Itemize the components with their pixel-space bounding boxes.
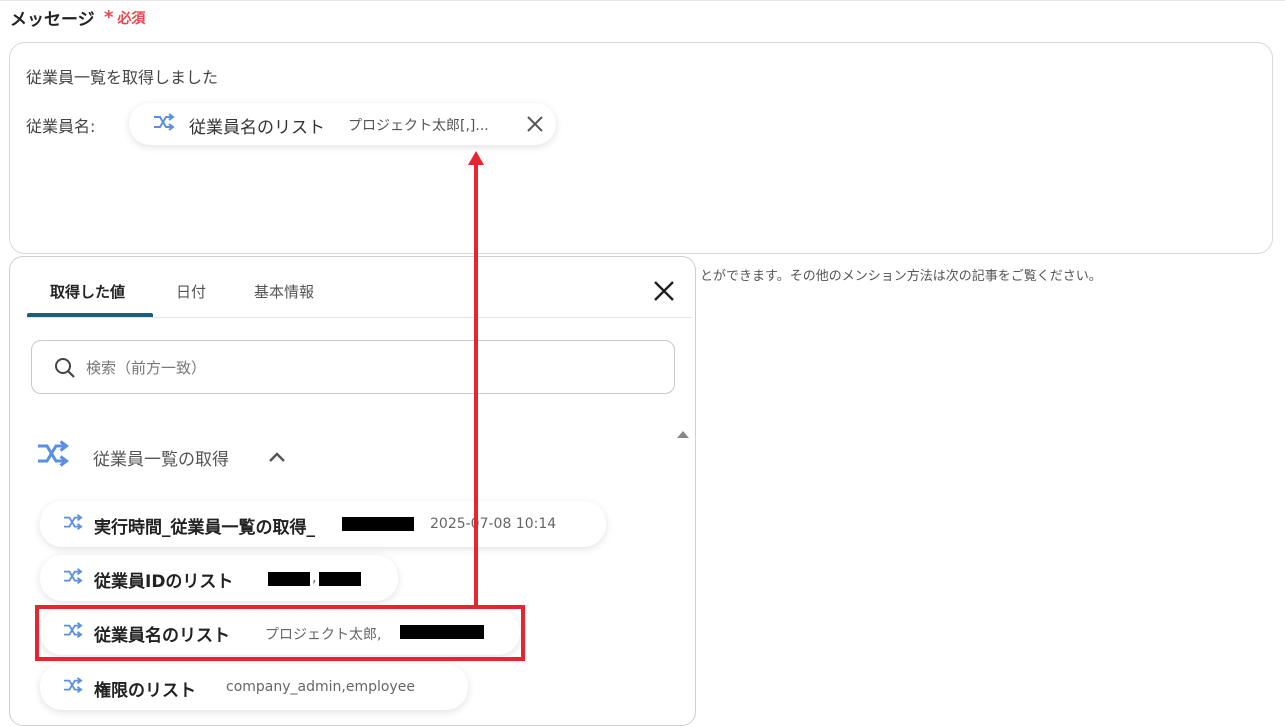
required-star: * <box>104 7 114 28</box>
item-value: , <box>312 570 317 586</box>
item-value: 2025-07-08 10:14 <box>430 516 557 532</box>
shuffle-arrows-icon <box>62 514 84 536</box>
annotation-arrow-line <box>474 160 478 606</box>
mention-chip-name: 従業員名のリスト <box>189 118 325 138</box>
shuffle-arrows-icon <box>62 677 84 699</box>
item-value: company_admin,employee <box>226 679 415 695</box>
mention-chip-preview: プロジェクト太郎[,]... <box>348 118 489 134</box>
redaction-block <box>268 572 310 586</box>
tab-date[interactable]: 日付 <box>176 281 206 302</box>
required-badge: * 必須 <box>104 8 145 28</box>
shuffle-arrows-icon <box>62 568 84 590</box>
list-item[interactable]: 実行時間_従業員一覧の取得_ 2025-07-08 10:14 <box>40 501 606 547</box>
search-icon <box>54 357 76 383</box>
close-icon[interactable] <box>525 114 545 138</box>
section-title: 従業員一覧の取得 <box>93 450 229 470</box>
required-text: 必須 <box>117 11 146 27</box>
mention-chip[interactable]: 従業員名のリスト プロジェクト太郎[,]... <box>129 103 556 145</box>
item-name: 従業員IDのリスト <box>94 572 234 592</box>
chevron-up-icon[interactable] <box>268 448 286 467</box>
message-line-2-label: 従業員名: <box>26 117 96 136</box>
tab-basic-info[interactable]: 基本情報 <box>254 281 314 302</box>
item-name: 権限のリスト <box>94 681 196 701</box>
close-icon[interactable] <box>652 279 676 307</box>
item-name: 実行時間_従業員一覧の取得_ <box>94 518 315 538</box>
search-input[interactable] <box>84 353 648 383</box>
tab-acquired-values[interactable]: 取得した値 <box>50 281 125 302</box>
list-item[interactable]: 権限のリスト company_admin,employee <box>40 664 468 710</box>
message-line-1: 従業員一覧を取得しました <box>26 68 219 87</box>
message-textarea[interactable]: 従業員一覧を取得しました 従業員名: 従業員名のリスト プロジェクト太郎[,].… <box>9 42 1273 254</box>
shuffle-arrows-icon <box>35 440 71 474</box>
list-item[interactable]: 従業員IDのリスト , <box>40 555 398 601</box>
annotation-arrow-head-icon <box>468 150 484 169</box>
annotation-highlight-box <box>35 605 525 661</box>
scroll-up-arrow-icon[interactable] <box>676 424 690 443</box>
redaction-block <box>319 572 361 586</box>
help-text: とができます。その他のメンション方法は次の記事をご覧ください。 <box>700 269 1102 284</box>
redaction-block <box>342 517 414 531</box>
shuffle-arrows-icon <box>152 113 176 137</box>
tab-divider <box>27 317 692 318</box>
search-field[interactable] <box>31 340 675 394</box>
top-divider <box>0 0 1285 1</box>
field-label: メッセージ <box>10 10 95 30</box>
